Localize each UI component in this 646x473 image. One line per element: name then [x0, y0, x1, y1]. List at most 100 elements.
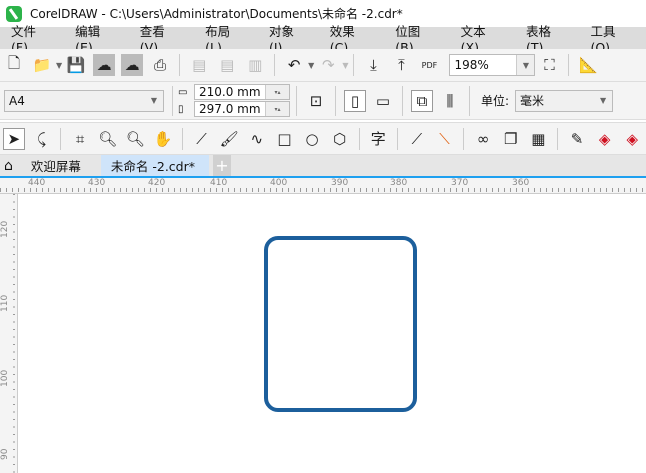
ellipse-tool-icon[interactable]: ○	[301, 128, 323, 150]
redo-icon[interactable]: ↷	[317, 54, 339, 76]
ruler-label: 380	[390, 178, 408, 188]
rectangle-tool-icon[interactable]: □	[274, 128, 296, 150]
options-icon[interactable]: 📐	[577, 54, 599, 76]
separator	[60, 127, 62, 150]
ruler-label: 410	[210, 178, 228, 188]
ruler-label: 420	[148, 178, 166, 188]
tab-welcome[interactable]: 欢迎屏幕	[17, 155, 101, 176]
add-tab-button[interactable]: +	[212, 155, 231, 176]
ruler-label: 360	[512, 178, 530, 188]
chevron-down-icon[interactable]: ▼	[145, 91, 163, 111]
window-title: CorelDRAW - C:\Users\Administrator\Docum…	[30, 7, 403, 21]
export-icon[interactable]: ⤒	[390, 54, 412, 76]
spinner-icon[interactable]: ▾▴	[265, 102, 289, 116]
separator	[397, 127, 399, 150]
polygon-tool-icon[interactable]: ⬡	[329, 128, 351, 150]
save-icon[interactable]: 💾	[65, 54, 87, 76]
ruler-label: 400	[270, 178, 288, 188]
cut-icon[interactable]: ▤	[188, 54, 210, 76]
ruler-label: 100	[0, 369, 10, 387]
zoom-value: 198%	[454, 58, 489, 72]
blend-tool-icon[interactable]: ∞	[472, 128, 494, 150]
portrait-icon[interactable]: ▯	[344, 89, 366, 112]
page-width-input[interactable]: 210.0 mm ▾▴	[194, 84, 290, 100]
cloud-upload-icon[interactable]: ☁	[121, 54, 144, 76]
export-pdf-icon[interactable]: PDF	[418, 54, 440, 76]
pick-tool-icon[interactable]: ➤	[3, 127, 25, 150]
vertical-ruler[interactable]: 120 110 100 90	[0, 194, 18, 473]
menu-bar: 文件(F) 编辑(E) 查看(V) 布局(L) 对象(J) 效果(C) 位图(B…	[0, 24, 646, 55]
zoom-tool-icon[interactable]: 🔍︎	[97, 128, 119, 150]
connector-tool-icon[interactable]: ⟍	[434, 128, 456, 150]
page-size-select[interactable]: A4 ▼	[4, 89, 164, 112]
open-icon[interactable]: 📁	[31, 54, 53, 76]
separator	[358, 127, 360, 150]
all-pages-icon[interactable]: ⧉	[411, 89, 433, 112]
page-size-value: A4	[9, 93, 25, 108]
import-icon[interactable]: ⤓	[362, 54, 384, 76]
rounded-rectangle-shape[interactable]	[264, 236, 417, 412]
tab-document[interactable]: 未命名 -2.cdr*	[100, 155, 209, 176]
dimension-tool-icon[interactable]: ⟋	[406, 128, 428, 150]
spinner-icon[interactable]: ▾▴	[265, 85, 289, 99]
landscape-icon[interactable]: ▭	[372, 90, 394, 112]
unit-value: 毫米	[520, 94, 545, 108]
text-tool-icon[interactable]: 字	[367, 128, 389, 150]
ruler-label: 440	[28, 178, 46, 188]
chevron-down-icon[interactable]: ▼	[594, 91, 612, 111]
separator	[463, 127, 465, 150]
standard-toolbar: 🗋 📁 ▼ 💾 ☁ ☁ ⎙ ▤ ▤ ▥ ↶ ▼ ↷ ▼ ⤓ ⤒ PDF 198% ▼ …	[0, 49, 646, 82]
full-screen-icon[interactable]: ⛶	[538, 54, 560, 76]
toolbox: ➤ ⤹ ⌗ 🔍︎ 🔍︎ ✋ ⟋ 🖌 ∿ □ ○ ⬡ 字 ⟋ ⟍ ∞ ❐ ▦ ✎ …	[0, 122, 646, 155]
property-bar: A4 ▼ ▭ 210.0 mm ▾▴ ▯ 297.0 mm ▾▴ ⊡ ▯ ▭ ⧉ ⫼…	[0, 82, 646, 120]
copy-icon[interactable]: ▤	[216, 54, 238, 76]
print-icon[interactable]: ⎙	[149, 54, 171, 76]
zoom-out-icon[interactable]: 🔍︎	[125, 128, 147, 150]
new-document-icon[interactable]: 🗋	[3, 54, 25, 76]
ruler-ticks	[0, 188, 646, 192]
interactive-fill-icon[interactable]: ◈	[594, 128, 616, 150]
ruler-label: 390	[331, 178, 349, 188]
separator	[402, 85, 403, 116]
ruler-label: 90	[0, 448, 10, 460]
separator	[353, 54, 355, 76]
separator	[274, 54, 276, 76]
page-height-icon: ▯	[178, 103, 184, 115]
undo-icon[interactable]: ↶	[283, 54, 305, 76]
separator	[335, 85, 336, 116]
separator	[568, 54, 570, 76]
page-width-icon: ▭	[178, 86, 188, 98]
crop-tool-icon[interactable]: ⌗	[69, 128, 91, 150]
eyedropper-icon[interactable]: ✎	[566, 128, 588, 150]
paste-icon[interactable]: ▥	[244, 54, 266, 76]
shape-tool-icon[interactable]: ⤹	[31, 128, 53, 150]
unit-select[interactable]: 毫米 ▼	[515, 89, 614, 112]
page-orientation-icon[interactable]: ⊡	[305, 90, 327, 112]
document-tabs: ⌂ 欢迎屏幕 未命名 -2.cdr* +	[0, 155, 646, 176]
unit-label: 单位:	[481, 94, 510, 108]
horizontal-ruler[interactable]: 440 430 420 410 400 390 380 370 360	[0, 178, 646, 194]
smart-drawing-icon[interactable]: ∿	[246, 128, 268, 150]
separator	[179, 54, 181, 76]
ruler-label: 430	[88, 178, 106, 188]
home-icon[interactable]: ⌂	[0, 155, 17, 176]
smart-fill-icon[interactable]: ◈	[621, 128, 643, 150]
ruler-label: 370	[451, 178, 469, 188]
page-width-value: 210.0 mm	[199, 85, 261, 99]
transparency-icon[interactable]: ▦	[528, 128, 550, 150]
ruler-label: 110	[0, 294, 10, 312]
cloud-download-icon[interactable]: ☁	[93, 54, 116, 76]
zoom-level-select[interactable]: 198% ▼	[449, 54, 536, 76]
separator	[469, 85, 470, 116]
chevron-down-icon[interactable]: ▼	[516, 55, 535, 75]
current-page-icon[interactable]: ⫼	[439, 90, 461, 112]
pan-tool-icon[interactable]: ✋	[152, 128, 174, 150]
drop-shadow-icon[interactable]: ❐	[500, 128, 522, 150]
coreldraw-logo-icon	[6, 5, 22, 22]
page-height-input[interactable]: 297.0 mm ▾▴	[194, 101, 290, 117]
page-height-value: 297.0 mm	[199, 102, 261, 116]
ruler-label: 120	[0, 220, 10, 238]
separator	[172, 85, 173, 116]
artistic-media-icon[interactable]: 🖌	[218, 128, 240, 150]
freehand-tool-icon[interactable]: ⟋	[191, 128, 213, 150]
